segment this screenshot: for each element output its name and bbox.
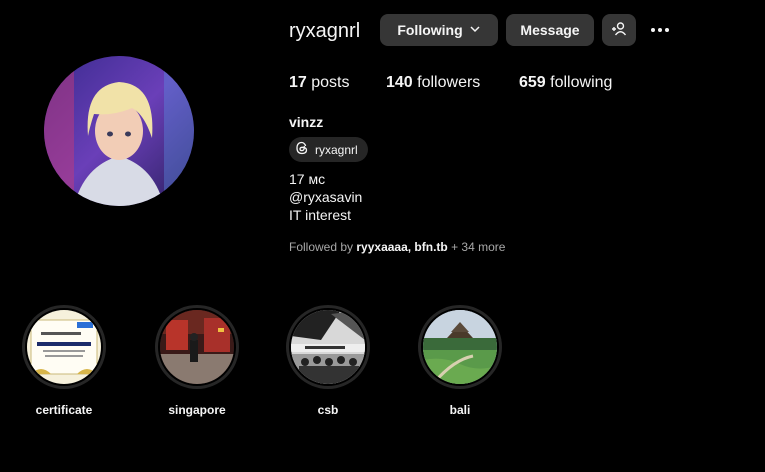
followers-label: followers (417, 74, 481, 91)
highlight-ring (418, 305, 502, 389)
posts-count: 17 (289, 74, 307, 91)
followed-by-users[interactable]: ryyxaaaa, bfn.tb (356, 240, 447, 254)
highlight-ring (286, 305, 370, 389)
following-stat[interactable]: 659 following (519, 74, 612, 92)
bio-line: 17 мс (289, 171, 326, 187)
following-label: following (550, 74, 613, 91)
highlight-ring (155, 305, 239, 389)
highlight-label: bali (449, 403, 471, 417)
highlight-thumbnail (158, 308, 236, 386)
highlight-ring (22, 305, 106, 389)
posts-label: posts (311, 74, 350, 91)
following-count: 659 (519, 74, 546, 91)
highlight-thumbnail (25, 308, 103, 386)
more-options-icon[interactable] (648, 18, 672, 42)
highlight-singapore[interactable]: singapore (155, 305, 239, 417)
highlight-label: csb (317, 403, 339, 417)
posts-stat: 17 posts (289, 74, 350, 92)
followed-by-text[interactable]: Followed by ryyxaaaa, bfn.tb + 34 more (289, 240, 505, 254)
profile-full-name: vinzz (289, 114, 324, 130)
chevron-down-icon (469, 22, 481, 38)
following-button-label: Following (397, 22, 463, 38)
bio-mention-link[interactable]: @ryxasavin (289, 188, 362, 206)
highlight-certificate[interactable]: certificate (22, 305, 106, 417)
add-user-icon (611, 21, 627, 40)
threads-handle: ryxagnrl (315, 142, 358, 157)
bio-line: IT interest (289, 207, 351, 223)
profile-bio: 17 мс @ryxasavin IT interest (289, 170, 362, 224)
highlight-label: singapore (168, 403, 226, 417)
followers-stat[interactable]: 140 followers (386, 74, 480, 92)
followed-by-prefix: Followed by (289, 240, 354, 254)
highlight-csb[interactable]: csb (286, 305, 370, 417)
profile-avatar[interactable] (44, 56, 194, 206)
highlight-bali[interactable]: bali (418, 305, 502, 417)
highlight-label: certificate (35, 403, 93, 417)
highlight-thumbnail (421, 308, 499, 386)
message-button-label: Message (520, 22, 580, 38)
threads-badge[interactable]: ryxagnrl (289, 137, 368, 162)
message-button[interactable]: Message (506, 14, 594, 46)
suggested-accounts-button[interactable] (602, 14, 636, 46)
followers-count: 140 (386, 74, 413, 91)
threads-icon (295, 141, 309, 158)
highlight-thumbnail (289, 308, 367, 386)
following-button[interactable]: Following (380, 14, 498, 46)
followed-by-more: + 34 more (451, 240, 506, 254)
profile-username: ryxagnrl (289, 20, 361, 42)
